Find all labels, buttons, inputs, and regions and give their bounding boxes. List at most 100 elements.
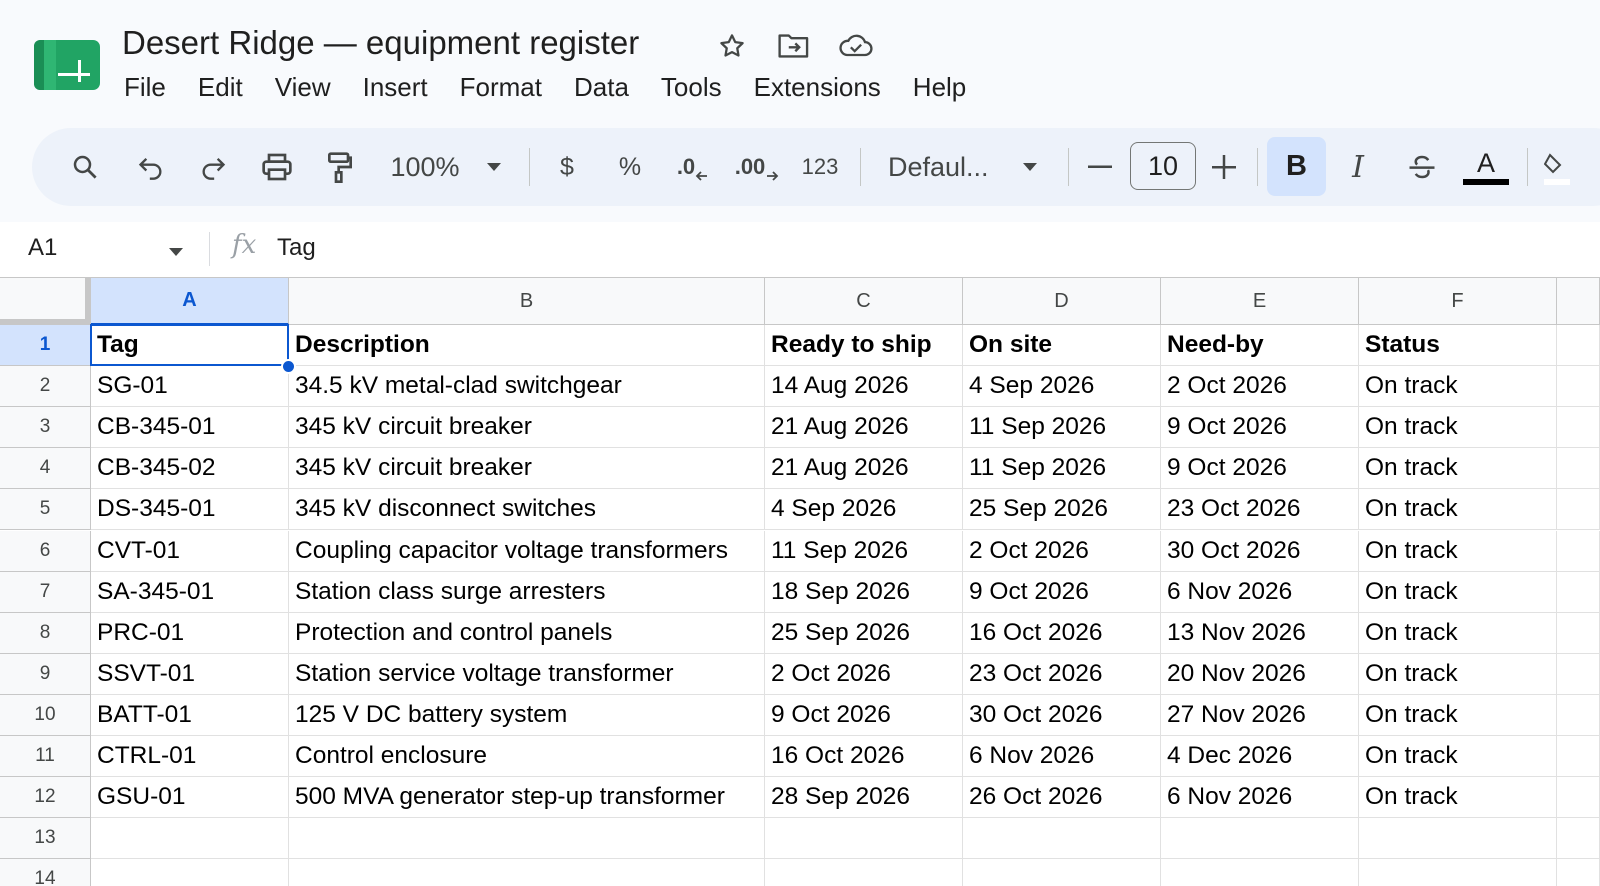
menu-data[interactable]: Data: [558, 70, 645, 105]
cell-e11[interactable]: 4 Dec 2026: [1161, 736, 1359, 778]
menu-view[interactable]: View: [259, 70, 347, 105]
cell-c12[interactable]: 28 Sep 2026: [765, 777, 963, 819]
zoom-select[interactable]: 100%: [384, 128, 466, 206]
cell-e1[interactable]: Need-by: [1161, 325, 1359, 367]
cell-a11[interactable]: CTRL-01: [91, 736, 289, 778]
cell-g12[interactable]: [1557, 777, 1600, 819]
row-header-4[interactable]: 4: [0, 448, 91, 490]
menu-file[interactable]: File: [108, 70, 182, 105]
cell-b4[interactable]: 345 kV circuit breaker: [289, 448, 765, 490]
italic-button[interactable]: I: [1338, 128, 1378, 206]
cell-d7[interactable]: 9 Oct 2026: [963, 571, 1161, 613]
cell-f10[interactable]: On track: [1359, 694, 1557, 736]
row-header-6[interactable]: 6: [0, 530, 91, 572]
cell-a10[interactable]: BATT-01: [91, 694, 289, 736]
row-header-5[interactable]: 5: [0, 489, 91, 531]
menu-tools[interactable]: Tools: [645, 70, 738, 105]
cell-c5[interactable]: 4 Sep 2026: [765, 489, 963, 531]
decrease-decimal-button[interactable]: .0: [672, 128, 714, 206]
print-icon[interactable]: [255, 128, 299, 206]
cell-g7[interactable]: [1557, 571, 1600, 613]
cell-g5[interactable]: [1557, 489, 1600, 531]
sheets-logo-icon[interactable]: [34, 40, 100, 90]
cell-f9[interactable]: On track: [1359, 653, 1557, 695]
cell-g10[interactable]: [1557, 694, 1600, 736]
cell-c1[interactable]: Ready to ship: [765, 325, 963, 367]
row-header-10[interactable]: 10: [0, 694, 91, 736]
decrease-font-size-icon[interactable]: [1082, 128, 1118, 206]
cell-b13[interactable]: [289, 818, 765, 860]
cell-f6[interactable]: On track: [1359, 530, 1557, 572]
cell-a7[interactable]: SA-345-01: [91, 571, 289, 613]
row-header-14[interactable]: 14: [0, 859, 91, 886]
spreadsheet-grid[interactable]: A B C D E F 1 Tag Description Ready to ship On sit…: [0, 278, 1600, 886]
font-dropdown-icon[interactable]: [1014, 128, 1046, 206]
cell-b2[interactable]: 34.5 kV metal-clad switchgear: [289, 366, 765, 408]
paint-format-icon[interactable]: [320, 128, 360, 206]
cell-e7[interactable]: 6 Nov 2026: [1161, 571, 1359, 613]
cell-c6[interactable]: 11 Sep 2026: [765, 530, 963, 572]
cell-d6[interactable]: 2 Oct 2026: [963, 530, 1161, 572]
menu-format[interactable]: Format: [444, 70, 558, 105]
cell-a4[interactable]: CB-345-02: [91, 448, 289, 490]
cell-g2[interactable]: [1557, 366, 1600, 408]
cell-b5[interactable]: 345 kV disconnect switches: [289, 489, 765, 531]
formula-input[interactable]: Tag: [277, 234, 316, 262]
cell-c3[interactable]: 21 Aug 2026: [765, 407, 963, 449]
name-box-dropdown-icon[interactable]: [168, 244, 184, 262]
cell-a13[interactable]: [91, 818, 289, 860]
cell-d10[interactable]: 30 Oct 2026: [963, 694, 1161, 736]
cell-g13[interactable]: [1557, 818, 1600, 860]
cell-g14[interactable]: [1557, 859, 1600, 886]
row-header-9[interactable]: 9: [0, 653, 91, 695]
format-percent-button[interactable]: %: [610, 128, 650, 206]
move-to-folder-icon[interactable]: [776, 28, 812, 64]
column-header-d[interactable]: D: [963, 278, 1161, 325]
cell-a8[interactable]: PRC-01: [91, 612, 289, 654]
cell-f13[interactable]: [1359, 818, 1557, 860]
cell-b12[interactable]: 500 MVA generator step-up transformer: [289, 777, 765, 819]
cell-d1[interactable]: On site: [963, 325, 1161, 367]
cloud-saved-icon[interactable]: [838, 28, 874, 64]
cell-g3[interactable]: [1557, 407, 1600, 449]
row-header-12[interactable]: 12: [0, 777, 91, 819]
cell-e8[interactable]: 13 Nov 2026: [1161, 612, 1359, 654]
cell-a6[interactable]: CVT-01: [91, 530, 289, 572]
cell-e6[interactable]: 30 Oct 2026: [1161, 530, 1359, 572]
cell-d11[interactable]: 6 Nov 2026: [963, 736, 1161, 778]
cell-g11[interactable]: [1557, 736, 1600, 778]
menu-insert[interactable]: Insert: [347, 70, 444, 105]
cell-b11[interactable]: Control enclosure: [289, 736, 765, 778]
cell-f11[interactable]: On track: [1359, 736, 1557, 778]
redo-icon[interactable]: [192, 128, 234, 206]
cell-c2[interactable]: 14 Aug 2026: [765, 366, 963, 408]
increase-decimal-button[interactable]: .00: [734, 128, 780, 206]
cell-c9[interactable]: 2 Oct 2026: [765, 653, 963, 695]
cell-g4[interactable]: [1557, 448, 1600, 490]
cell-d9[interactable]: 23 Oct 2026: [963, 653, 1161, 695]
document-title[interactable]: Desert Ridge — equipment register: [122, 24, 639, 62]
column-header-b[interactable]: B: [289, 278, 765, 325]
cell-a1[interactable]: Tag: [91, 325, 289, 367]
menu-extensions[interactable]: Extensions: [738, 70, 897, 105]
cell-b9[interactable]: Station service voltage transformer: [289, 653, 765, 695]
cell-c7[interactable]: 18 Sep 2026: [765, 571, 963, 613]
cell-d8[interactable]: 16 Oct 2026: [963, 612, 1161, 654]
cell-a9[interactable]: SSVT-01: [91, 653, 289, 695]
cell-e9[interactable]: 20 Nov 2026: [1161, 653, 1359, 695]
fill-handle[interactable]: [281, 359, 296, 374]
cell-a12[interactable]: GSU-01: [91, 777, 289, 819]
cell-e12[interactable]: 6 Nov 2026: [1161, 777, 1359, 819]
bold-button[interactable]: B: [1267, 137, 1326, 196]
cell-b14[interactable]: [289, 859, 765, 886]
menu-help[interactable]: Help: [897, 70, 982, 105]
cell-f5[interactable]: On track: [1359, 489, 1557, 531]
cell-a14[interactable]: [91, 859, 289, 886]
cell-d13[interactable]: [963, 818, 1161, 860]
cell-c14[interactable]: [765, 859, 963, 886]
cell-g1[interactable]: [1557, 325, 1600, 367]
row-header-11[interactable]: 11: [0, 736, 91, 778]
cell-c13[interactable]: [765, 818, 963, 860]
increase-font-size-icon[interactable]: [1206, 128, 1242, 206]
search-menus-icon[interactable]: [64, 128, 106, 206]
